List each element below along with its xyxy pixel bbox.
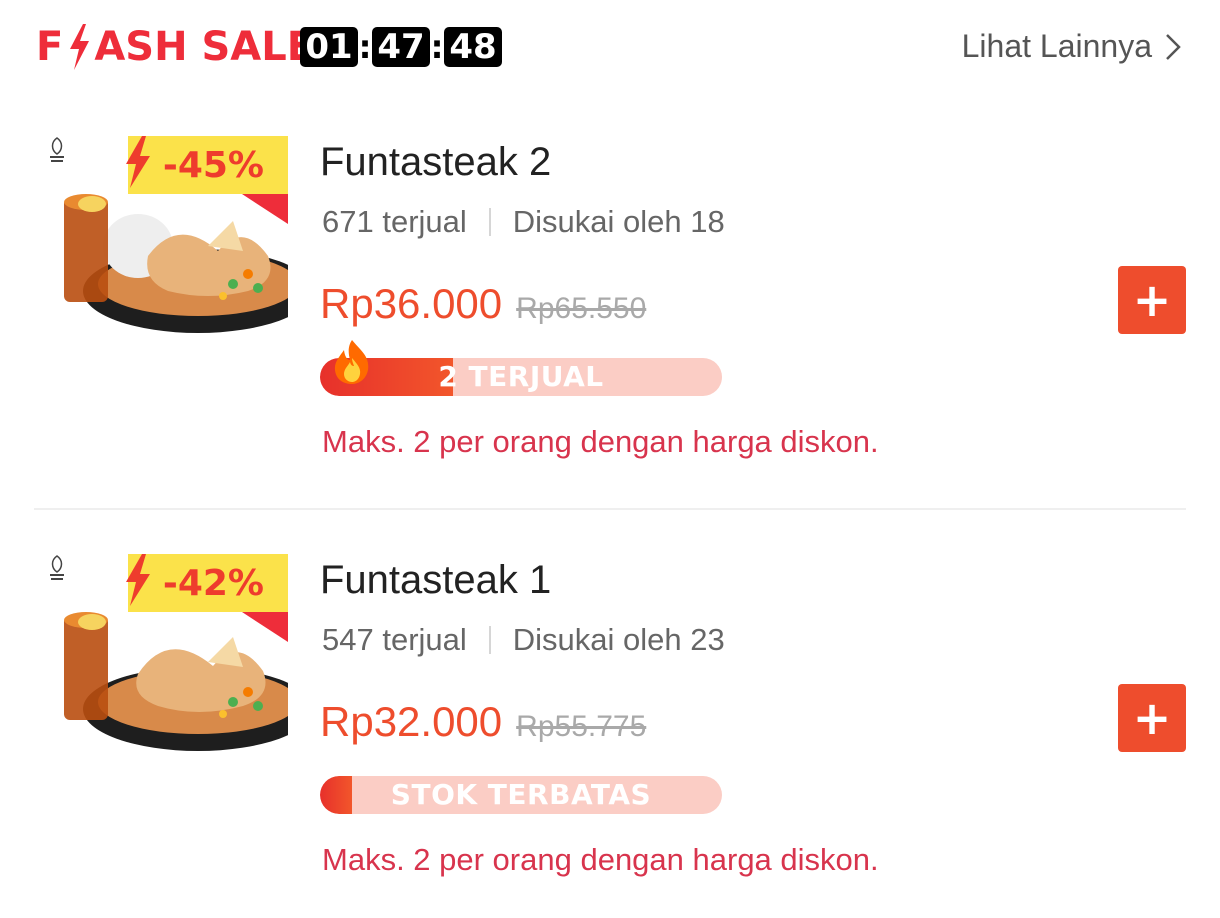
like-count: Disukai oleh 23	[512, 622, 725, 657]
iced-tea-glass	[64, 198, 108, 302]
add-to-cart-button[interactable]: +	[1118, 266, 1186, 334]
product-meta: 547 terjual Disukai oleh 23	[322, 622, 725, 658]
original-price: Rp55.775	[516, 710, 647, 743]
see-more-label: Lihat Lainnya	[961, 28, 1152, 64]
countdown-timer: 01 : 47 : 48	[300, 27, 502, 67]
timer-separator: :	[358, 28, 372, 66]
plus-icon: +	[1132, 273, 1172, 327]
divider	[488, 208, 491, 236]
original-price: Rp65.550	[516, 292, 647, 325]
price-row: Rp32.000 Rp55.775	[320, 698, 646, 746]
sold-count: 671 terjual	[322, 204, 467, 239]
purchase-limit-note: Maks. 2 per orang dengan harga diskon.	[322, 424, 879, 459]
lightning-icon	[126, 554, 150, 606]
progress-label: STOK TERBATAS	[390, 778, 652, 811]
see-more-link[interactable]: Lihat Lainnya	[962, 28, 1184, 65]
purchase-limit-note: Maks. 2 per orang dengan harga diskon.	[322, 842, 879, 877]
product-name[interactable]: Funtasteak 1	[320, 558, 551, 603]
product-name[interactable]: Funtasteak 2	[320, 140, 551, 185]
product-image[interactable]: -42%	[48, 554, 288, 794]
add-to-cart-button[interactable]: +	[1118, 684, 1186, 752]
product-card[interactable]: -42% Funtasteak 1 547 terjual Disukai ol…	[0, 518, 1220, 918]
product-image[interactable]: -45%	[48, 136, 288, 376]
halal-icon	[50, 555, 64, 580]
discount-badge: -45%	[126, 136, 288, 224]
timer-hours: 01	[300, 27, 358, 67]
product-card[interactable]: -45% Funtasteak 2 671 terjual Disukai ol…	[0, 100, 1220, 500]
sales-progress-bar: 2 TERJUAL	[320, 358, 722, 396]
badge-corner	[242, 194, 288, 224]
flash-sale-header: F ASH SALE 01 : 47 : 48 Lihat Lainnya	[0, 0, 1220, 96]
price-row: Rp36.000 Rp65.550	[320, 280, 646, 328]
plus-icon: +	[1132, 691, 1172, 745]
timer-seconds: 48	[444, 27, 502, 67]
product-meta: 671 terjual Disukai oleh 18	[322, 204, 725, 240]
discount-badge: -42%	[126, 554, 288, 642]
sale-price: Rp36.000	[320, 280, 503, 327]
halal-icon	[50, 137, 64, 162]
badge-corner	[242, 612, 288, 642]
chevron-right-icon	[1166, 33, 1181, 60]
timer-minutes: 47	[372, 27, 430, 67]
like-count: Disukai oleh 18	[512, 204, 725, 239]
lightning-icon	[126, 136, 150, 188]
flash-sale-logo-letter: F	[36, 24, 64, 70]
flash-sale-logo: F ASH SALE	[36, 22, 314, 72]
iced-tea-glass	[64, 616, 108, 720]
product-divider	[34, 508, 1186, 510]
timer-separator: :	[430, 28, 444, 66]
lightning-icon	[70, 24, 90, 70]
flash-sale-logo-text: ASH SALE	[94, 24, 315, 70]
sold-count: 547 terjual	[322, 622, 467, 657]
progress-label: 2 TERJUAL	[438, 360, 604, 393]
discount-label: -45%	[162, 144, 264, 186]
divider	[488, 626, 491, 654]
sales-progress-bar: STOK TERBATAS	[320, 776, 722, 814]
sale-price: Rp32.000	[320, 698, 503, 745]
discount-label: -42%	[162, 562, 264, 604]
fire-icon	[334, 340, 369, 384]
